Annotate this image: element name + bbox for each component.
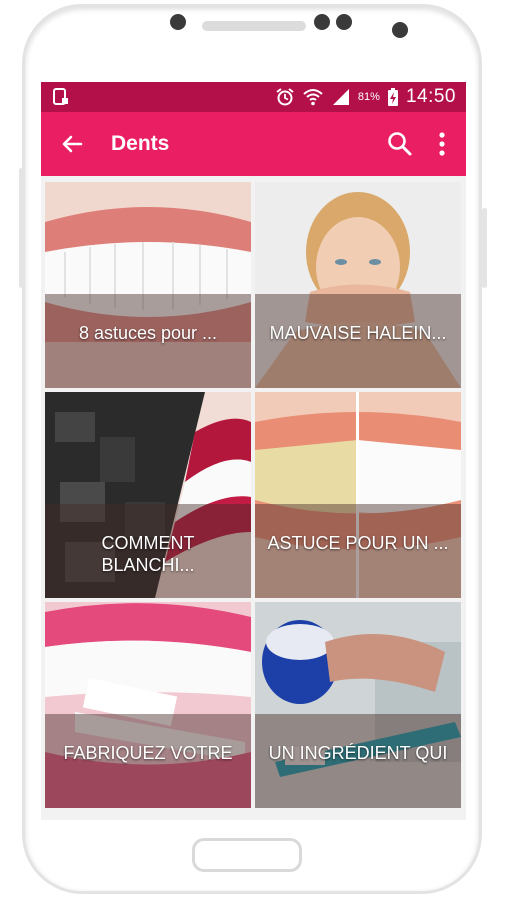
volume-button [19,168,24,288]
clock: 14:50 [405,86,456,107]
page-title: Dents [111,132,170,155]
article-title: FABRIQUEZ VOTRE [63,743,233,763]
article-title: 8 astuces pour ... [78,323,218,343]
more-vertical-icon[interactable] [432,130,452,158]
sensor-right [336,14,352,30]
article-card[interactable]: ASTUCE POUR UN ... [255,392,461,598]
notification-icon [53,88,68,105]
screen: 81% 14:50 Dents 8 astuces pour ... MAUVA… [41,82,466,820]
front-camera [170,14,186,30]
app-bar: Dents [41,112,466,176]
article-card[interactable]: UN INGRÉDIENT QUI [255,602,461,808]
article-card[interactable]: 8 astuces pour ... [45,182,251,388]
article-card[interactable]: FABRIQUEZ VOTRE [45,602,251,808]
article-title: COMMENT BLANCHI... [101,533,195,575]
battery-percent: 81% [357,91,380,103]
article-title: UN INGRÉDIENT QUI [268,743,448,763]
search-icon[interactable] [386,130,414,158]
article-title: MAUVAISE HALEIN... [269,323,447,343]
home-button[interactable] [192,838,302,872]
earpiece-speaker [202,21,306,31]
alarm-icon [276,88,294,106]
article-card[interactable]: COMMENT BLANCHI... [45,392,251,598]
article-title: ASTUCE POUR UN ... [267,533,449,553]
sensor-dot [392,22,408,38]
sensor-left [314,14,330,30]
wifi-icon [303,89,323,106]
power-button [482,208,487,288]
arrow-back-icon[interactable] [57,129,87,159]
battery-charging-icon [387,88,398,106]
article-card[interactable]: MAUVAISE HALEIN... [255,182,461,388]
signal-icon [332,89,349,105]
status-bar: 81% 14:50 [41,82,466,112]
